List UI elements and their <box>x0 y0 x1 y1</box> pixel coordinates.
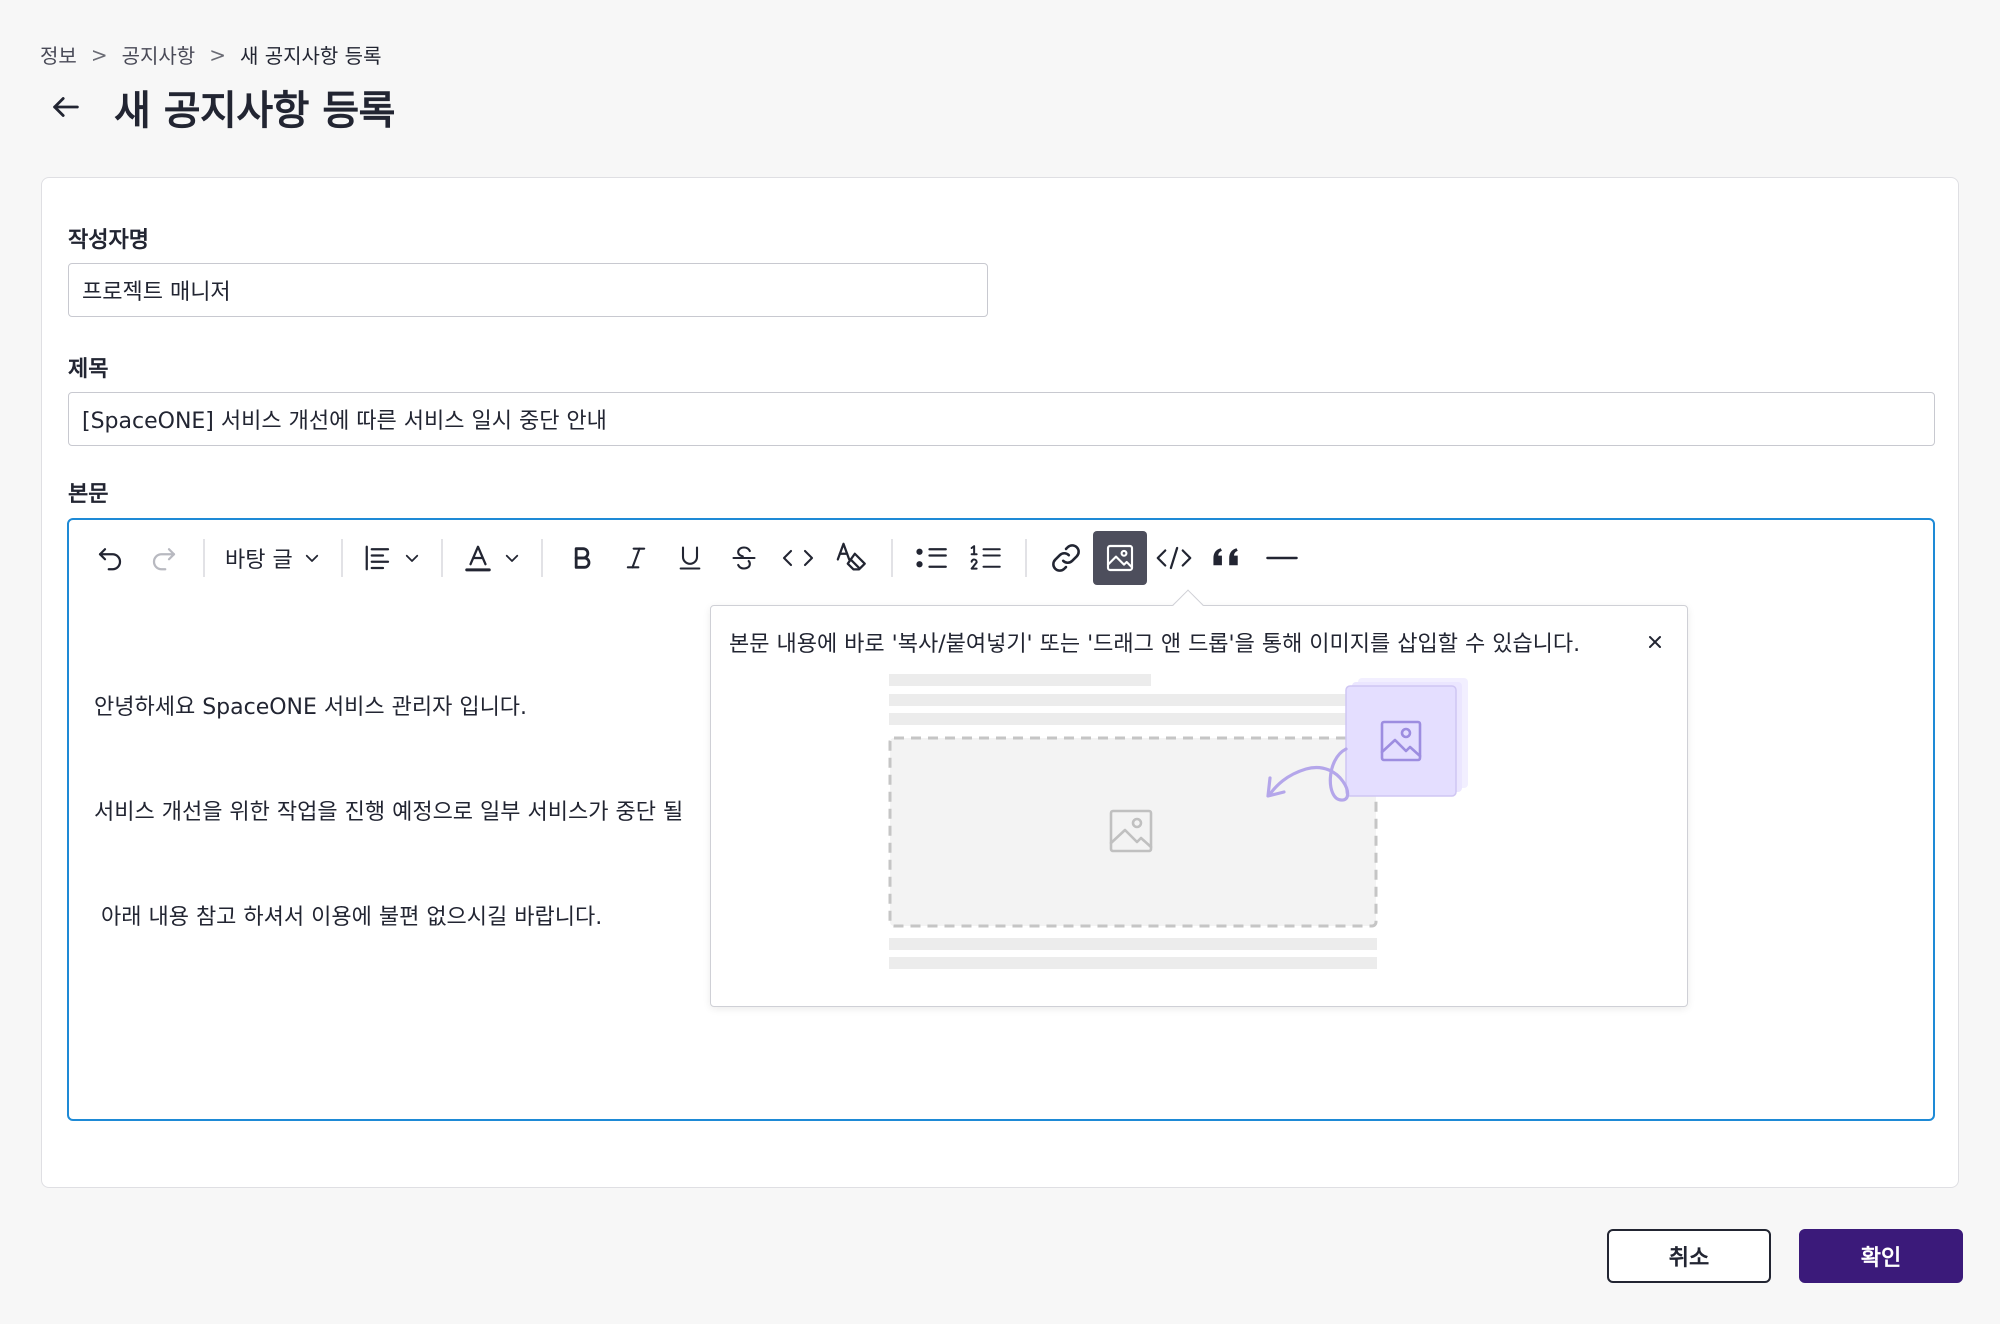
breadcrumb-item-info[interactable]: 정보 <box>40 40 77 69</box>
page-header: 새 공지사항 등록 <box>44 78 395 136</box>
undo-button[interactable] <box>83 531 137 585</box>
confirm-button[interactable]: 확인 <box>1799 1229 1963 1283</box>
underline-button[interactable] <box>663 531 717 585</box>
notice-form-card: 작성자명 제목 본문 바탕 글 <box>41 177 1959 1188</box>
chevron-down-icon <box>505 554 518 562</box>
link-button[interactable] <box>1039 531 1093 585</box>
toolbar-divider <box>440 539 443 577</box>
breadcrumb-separator: > <box>90 42 108 67</box>
rich-text-editor[interactable]: 바탕 글 안녕하세요 SpaceONE 서비스 관리자 입니다. 서비스 개선을… <box>67 518 1935 1121</box>
bold-icon <box>574 547 591 569</box>
text-color-dropdown[interactable] <box>455 531 529 585</box>
horizontal-rule-icon <box>1265 556 1298 560</box>
inline-code-button[interactable] <box>771 531 825 585</box>
editor-toolbar: 바탕 글 <box>83 530 1309 586</box>
arrow-left-icon <box>53 97 79 117</box>
undo-icon <box>98 548 122 571</box>
author-label: 작성자명 <box>68 228 149 253</box>
drag-drop-illustration <box>888 674 1468 969</box>
popover-arrow <box>1172 589 1204 621</box>
subject-input[interactable] <box>68 392 1935 446</box>
toolbar-divider <box>203 539 205 577</box>
popover-message: 본문 내용에 바로 '복사/붙여넣기' 또는 '드래그 앤 드롭'을 통해 이미… <box>729 632 1581 657</box>
horizontal-rule-button[interactable] <box>1255 531 1309 585</box>
link-icon <box>1051 544 1080 572</box>
author-input[interactable] <box>68 263 988 317</box>
underline-icon <box>679 546 701 570</box>
text-align-dropdown[interactable] <box>355 531 429 585</box>
blockquote-button[interactable] <box>1201 531 1255 585</box>
bullet-list-icon <box>916 548 947 568</box>
form-actions: 취소 확인 <box>1607 1229 1963 1283</box>
close-icon <box>1649 636 1661 648</box>
code-block-button[interactable] <box>1147 531 1201 585</box>
redo-icon <box>152 548 176 571</box>
redo-button[interactable] <box>137 531 191 585</box>
paragraph-style-dropdown[interactable]: 바탕 글 <box>217 531 329 585</box>
numbered-list-icon <box>970 545 1001 570</box>
toolbar-divider <box>540 539 543 577</box>
breadcrumb-item-notice[interactable]: 공지사항 <box>122 40 196 69</box>
editor-line: 서비스 개선을 위한 작업을 진행 예정으로 일부 서비스가 중단 될 <box>94 800 684 825</box>
image-insert-popover: 본문 내용에 바로 '복사/붙여넣기' 또는 '드래그 앤 드롭'을 통해 이미… <box>710 589 1688 1007</box>
eraser-icon <box>836 542 866 571</box>
text-color-icon <box>464 545 491 572</box>
inline-code-icon <box>782 549 813 567</box>
chevron-down-icon <box>305 554 318 562</box>
strikethrough-icon <box>732 546 756 570</box>
toolbar-divider <box>1024 539 1027 577</box>
popover-close-button[interactable] <box>1641 628 1669 656</box>
breadcrumb-item-current: 새 공지사항 등록 <box>239 44 382 68</box>
body-label: 본문 <box>68 482 109 507</box>
editor-content[interactable]: 안녕하세요 SpaceONE 서비스 관리자 입니다. 서비스 개선을 위한 작… <box>94 620 683 1005</box>
bold-button[interactable] <box>555 531 609 585</box>
subject-label: 제목 <box>68 357 109 382</box>
italic-button[interactable] <box>609 531 663 585</box>
breadcrumb-separator: > <box>209 42 226 67</box>
italic-icon <box>626 547 645 569</box>
page-title: 새 공지사항 등록 <box>114 88 395 134</box>
align-left-icon <box>365 545 389 571</box>
cancel-button[interactable]: 취소 <box>1607 1229 1771 1283</box>
image-icon <box>1106 544 1133 572</box>
code-block-icon <box>1156 546 1192 570</box>
quote-icon <box>1213 548 1238 566</box>
back-button[interactable] <box>44 85 88 129</box>
strikethrough-button[interactable] <box>717 531 771 585</box>
breadcrumb: 정보 > 공지사항 > 새 공지사항 등록 <box>40 40 381 69</box>
toolbar-divider <box>890 539 893 577</box>
image-button[interactable] <box>1092 531 1147 585</box>
toolbar-divider <box>340 539 343 577</box>
editor-line: 안녕하세요 SpaceONE 서비스 관리자 입니다. <box>94 695 528 720</box>
clear-format-button[interactable] <box>825 531 879 585</box>
chevron-down-icon <box>405 554 418 562</box>
paragraph-style-value: 바탕 글 <box>225 548 293 573</box>
numbered-list-button[interactable] <box>959 531 1013 585</box>
editor-line: 아래 내용 참고 하셔서 이용에 불편 없으시길 바랍니다. <box>94 905 603 930</box>
bullet-list-button[interactable] <box>905 531 959 585</box>
